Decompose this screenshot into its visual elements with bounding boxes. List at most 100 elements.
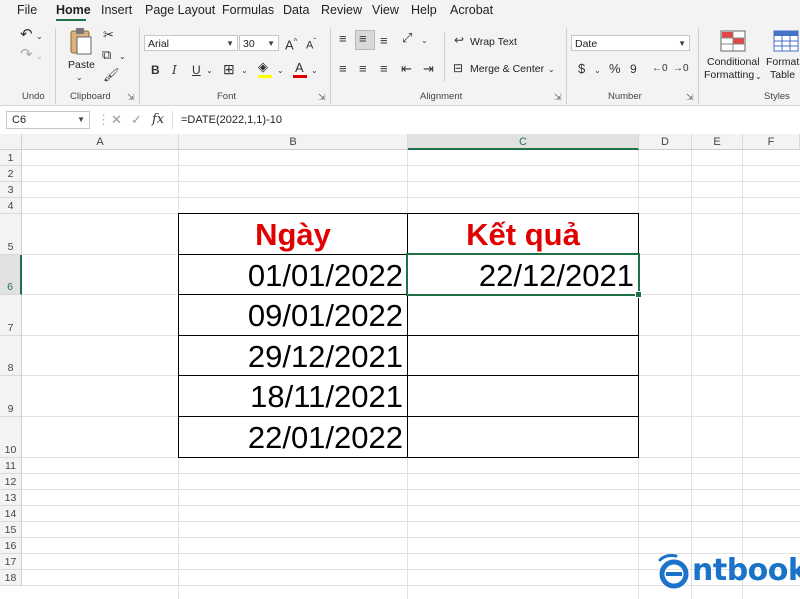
menu-review[interactable]: Review [321, 3, 362, 17]
font-launcher-icon[interactable]: ⇲ [318, 92, 326, 103]
cell-c5[interactable]: Kết quả [408, 217, 638, 253]
column-header-a[interactable]: A [22, 134, 179, 150]
font-color-button[interactable]: A [295, 61, 304, 75]
cancel-icon[interactable]: ✕ [111, 112, 122, 128]
fill-handle[interactable] [635, 291, 642, 298]
menu-acrobat[interactable]: Acrobat [450, 3, 493, 17]
copy-icon[interactable]: ⧉ [102, 48, 111, 62]
borders-dropdown-icon[interactable]: ⌄ [241, 64, 248, 78]
row-header-7[interactable]: 7 [0, 295, 22, 336]
format-table-line1[interactable]: Format [766, 56, 799, 68]
conditional-formatting-icon[interactable] [720, 30, 746, 52]
conditional-formatting-line1[interactable]: Conditional [707, 56, 760, 68]
underline-dropdown-icon[interactable]: ⌄ [206, 64, 213, 78]
row-header-3[interactable]: 3 [0, 182, 22, 198]
column-header-b[interactable]: B [179, 134, 408, 150]
font-name-select[interactable]: Arial ▼ [144, 35, 238, 51]
increase-indent-icon[interactable]: ⇥ [423, 62, 434, 76]
align-middle-icon[interactable]: ≡ [359, 32, 367, 46]
menu-page-layout[interactable]: Page Layout [145, 3, 215, 17]
cut-icon[interactable]: ✂ [103, 28, 114, 42]
menu-file[interactable]: File [17, 3, 37, 17]
column-header-f[interactable]: F [743, 134, 800, 150]
align-center-icon[interactable]: ≡ [359, 62, 367, 76]
merge-center-button[interactable]: Merge & Center [470, 63, 544, 75]
orientation-dropdown-icon[interactable]: ⌄ [421, 34, 428, 48]
wrap-text-icon[interactable]: ↩ [454, 33, 464, 47]
decrease-font-icon[interactable]: Aˇ [306, 35, 316, 53]
align-right-icon[interactable]: ≡ [380, 62, 388, 76]
row-header-18[interactable]: 18 [0, 570, 22, 586]
row-header-16[interactable]: 16 [0, 538, 22, 554]
row-header-1[interactable]: 1 [0, 150, 22, 166]
insert-function-button[interactable]: fx [152, 112, 164, 127]
conditional-formatting-dropdown-icon[interactable]: ⌄ [755, 70, 762, 84]
comma-style-button[interactable]: 9 [630, 62, 637, 76]
merge-center-icon[interactable]: ⊟ [453, 61, 463, 75]
column-header-e[interactable]: E [692, 134, 743, 150]
underline-button[interactable]: U [192, 63, 201, 77]
column-header-d[interactable]: D [639, 134, 692, 150]
undo-dropdown-icon[interactable]: ⌄ [36, 30, 43, 44]
formula-input[interactable]: =DATE(2022,1,1)-10 [172, 111, 792, 129]
increase-font-icon[interactable]: A^ [285, 35, 297, 52]
align-left-icon[interactable]: ≡ [339, 62, 347, 76]
bold-button[interactable]: B [151, 63, 160, 77]
column-header-c[interactable]: C [408, 134, 639, 150]
row-header-15[interactable]: 15 [0, 522, 22, 538]
menu-home[interactable]: Home [56, 3, 91, 17]
cell-b5[interactable]: Ngày [179, 217, 407, 253]
number-format-select[interactable]: Date ▼ [571, 35, 690, 51]
cell-b7[interactable]: 09/01/2022 [179, 298, 403, 334]
cell-b10[interactable]: 22/01/2022 [179, 420, 403, 456]
row-header-4[interactable]: 4 [0, 198, 22, 214]
cell-b8[interactable]: 29/12/2021 [179, 339, 403, 375]
paste-icon[interactable] [68, 27, 94, 57]
format-table-icon[interactable] [773, 30, 799, 52]
row-header-13[interactable]: 13 [0, 490, 22, 506]
font-size-select[interactable]: 30 ▼ [239, 35, 279, 51]
italic-button[interactable]: I [172, 63, 177, 77]
borders-icon[interactable]: ⊞ [223, 62, 235, 76]
row-header-2[interactable]: 2 [0, 166, 22, 182]
alignment-launcher-icon[interactable]: ⇲ [554, 92, 562, 103]
row-header-14[interactable]: 14 [0, 506, 22, 522]
percent-button[interactable]: % [609, 62, 621, 76]
align-top-icon[interactable]: ≡ [339, 32, 347, 46]
row-header-17[interactable]: 17 [0, 554, 22, 570]
select-all-button[interactable] [0, 134, 22, 150]
format-table-line2[interactable]: Table [770, 69, 795, 81]
merge-dropdown-icon[interactable]: ⌄ [548, 63, 555, 77]
currency-button[interactable]: $ [578, 62, 585, 76]
menu-data[interactable]: Data [283, 3, 309, 17]
menu-formulas[interactable]: Formulas [222, 3, 274, 17]
orientation-icon[interactable]: ⤢ [402, 31, 412, 45]
fill-color-dropdown-icon[interactable]: ⌄ [277, 64, 284, 78]
row-header-6[interactable]: 6 [0, 255, 22, 295]
name-box[interactable]: C6 ▼ [6, 111, 90, 129]
format-painter-icon[interactable]: 🖌 [103, 68, 120, 82]
row-header-11[interactable]: 11 [0, 458, 22, 474]
menu-insert[interactable]: Insert [101, 3, 132, 17]
paste-button[interactable]: Paste [68, 59, 95, 71]
align-bottom-icon[interactable]: ≡ [380, 34, 388, 48]
conditional-formatting-line2[interactable]: Formatting [704, 69, 754, 81]
increase-decimal-icon[interactable]: ←0 [652, 62, 668, 76]
menu-view[interactable]: View [372, 3, 399, 17]
copy-dropdown-icon[interactable]: ⌄ [119, 50, 126, 64]
currency-dropdown-icon[interactable]: ⌄ [594, 64, 601, 78]
wrap-text-button[interactable]: Wrap Text [470, 36, 517, 48]
redo-dropdown-icon[interactable]: ⌄ [36, 50, 43, 64]
enter-icon[interactable]: ✓ [131, 112, 142, 128]
row-header-8[interactable]: 8 [0, 336, 22, 376]
row-header-12[interactable]: 12 [0, 474, 22, 490]
number-launcher-icon[interactable]: ⇲ [686, 92, 694, 103]
worksheet-grid[interactable]: A B C D E F 1 2 3 4 5 6 7 8 9 10 11 12 1… [0, 134, 800, 599]
paste-dropdown-icon[interactable]: ⌄ [76, 71, 83, 85]
row-header-5[interactable]: 5 [0, 214, 22, 255]
decrease-decimal-icon[interactable]: →0 [673, 62, 689, 76]
row-header-9[interactable]: 9 [0, 376, 22, 417]
clipboard-launcher-icon[interactable]: ⇲ [127, 92, 135, 103]
cell-b9[interactable]: 18/11/2021 [179, 379, 403, 415]
menu-help[interactable]: Help [411, 3, 437, 17]
